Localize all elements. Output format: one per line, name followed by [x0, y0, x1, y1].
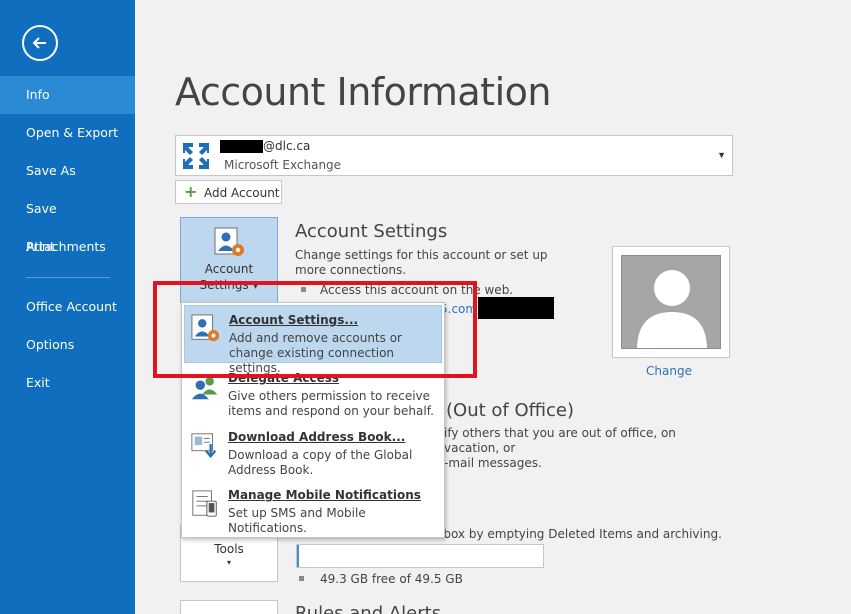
add-account-button[interactable]: + Add Account [175, 180, 282, 204]
account-settings-menu: Account Settings... Add and remove accou… [181, 302, 445, 538]
auto-replies-desc: ify others that you are out of office, o… [444, 426, 676, 470]
chevron-down-icon: ▾ [226, 558, 231, 567]
menu-item-title: Manage Mobile Notifications [228, 488, 421, 502]
back-arrow-icon [32, 37, 46, 49]
backstage-sidebar: Info Open & Export Save As Save Attachme… [0, 0, 135, 614]
exchange-icon [181, 141, 211, 171]
mobile-notifications-icon [192, 490, 217, 517]
add-account-label: Add Account [204, 186, 280, 200]
account-settings-icon [191, 314, 220, 342]
mailbox-cleanup-desc: lbox by emptying Deleted Items and archi… [440, 527, 722, 541]
account-type: Microsoft Exchange [224, 158, 342, 172]
mailbox-storage-bar [296, 544, 544, 568]
nav-office-account[interactable]: Office Account [0, 288, 135, 326]
nav-exit[interactable]: Exit [0, 364, 135, 402]
account-settings-label-1: Account [204, 262, 254, 276]
account-email: @dlc.ca [263, 139, 311, 153]
delegate-users-icon [191, 377, 218, 400]
account-selector[interactable]: @dlc.ca Microsoft Exchange ▼ [175, 135, 733, 176]
menu-item-mobile-notifications[interactable]: Manage Mobile Notifications Set up SMS a… [184, 481, 442, 539]
menu-item-title: Account Settings... [229, 313, 359, 327]
menu-item-download-address-book[interactable]: Download Address Book... Download a copy… [184, 423, 442, 481]
nav-save-as[interactable]: Save As [0, 152, 135, 190]
account-settings-button[interactable]: Account Settings ▾ [180, 217, 278, 303]
redaction-bar [220, 140, 263, 153]
address-book-download-icon [191, 433, 217, 459]
mailbox-storage-fill [297, 545, 300, 567]
account-settings-title: Account Settings [295, 221, 448, 242]
back-button[interactable] [22, 25, 58, 61]
account-settings-desc: Change settings for this account or set … [295, 248, 548, 277]
menu-item-title: Delegate Access [228, 371, 340, 385]
nav-info[interactable]: Info [0, 76, 135, 114]
access-web-text: Access this account on the web. [320, 283, 514, 297]
menu-item-desc: Set up SMS and Mobile Notifications. [228, 506, 366, 535]
bullet [299, 576, 304, 581]
account-settings-label-2: Settings ▾ [199, 278, 259, 292]
redaction-bar [478, 297, 554, 319]
auto-replies-title: (Out of Office) [446, 400, 575, 421]
menu-item-delegate-access[interactable]: Delegate Access Give others permission t… [184, 364, 442, 422]
bullet [301, 287, 306, 292]
nav-print[interactable]: Print [0, 228, 135, 266]
change-photo-link[interactable]: Change [612, 364, 726, 378]
plus-icon: + [184, 182, 198, 201]
account-settings-icon [214, 227, 244, 256]
menu-item-account-settings[interactable]: Account Settings... Add and remove accou… [184, 305, 442, 375]
person-silhouette-icon [637, 270, 707, 348]
owa-link[interactable]: 5.com [440, 302, 477, 317]
mailbox-storage-text: 49.3 GB free of 49.5 GB [320, 572, 463, 586]
chevron-down-icon[interactable]: ▼ [717, 150, 726, 160]
nav-open-export[interactable]: Open & Export [0, 114, 135, 152]
menu-item-desc: Give others permission to receive items … [228, 389, 434, 418]
rules-alerts-button[interactable] [180, 600, 278, 614]
nav-save-attachments[interactable]: Save Attachments [0, 190, 135, 254]
profile-photo [612, 246, 730, 358]
nav-options[interactable]: Options [0, 326, 135, 364]
nav-separator [26, 277, 110, 278]
menu-item-desc: Download a copy of the Global Address Bo… [228, 448, 413, 477]
avatar [621, 255, 721, 349]
rules-alerts-title: Rules and Alerts [295, 603, 442, 614]
page-title: Account Information [175, 70, 551, 114]
tools-label: Tools [214, 542, 244, 556]
menu-item-title: Download Address Book... [228, 430, 406, 444]
